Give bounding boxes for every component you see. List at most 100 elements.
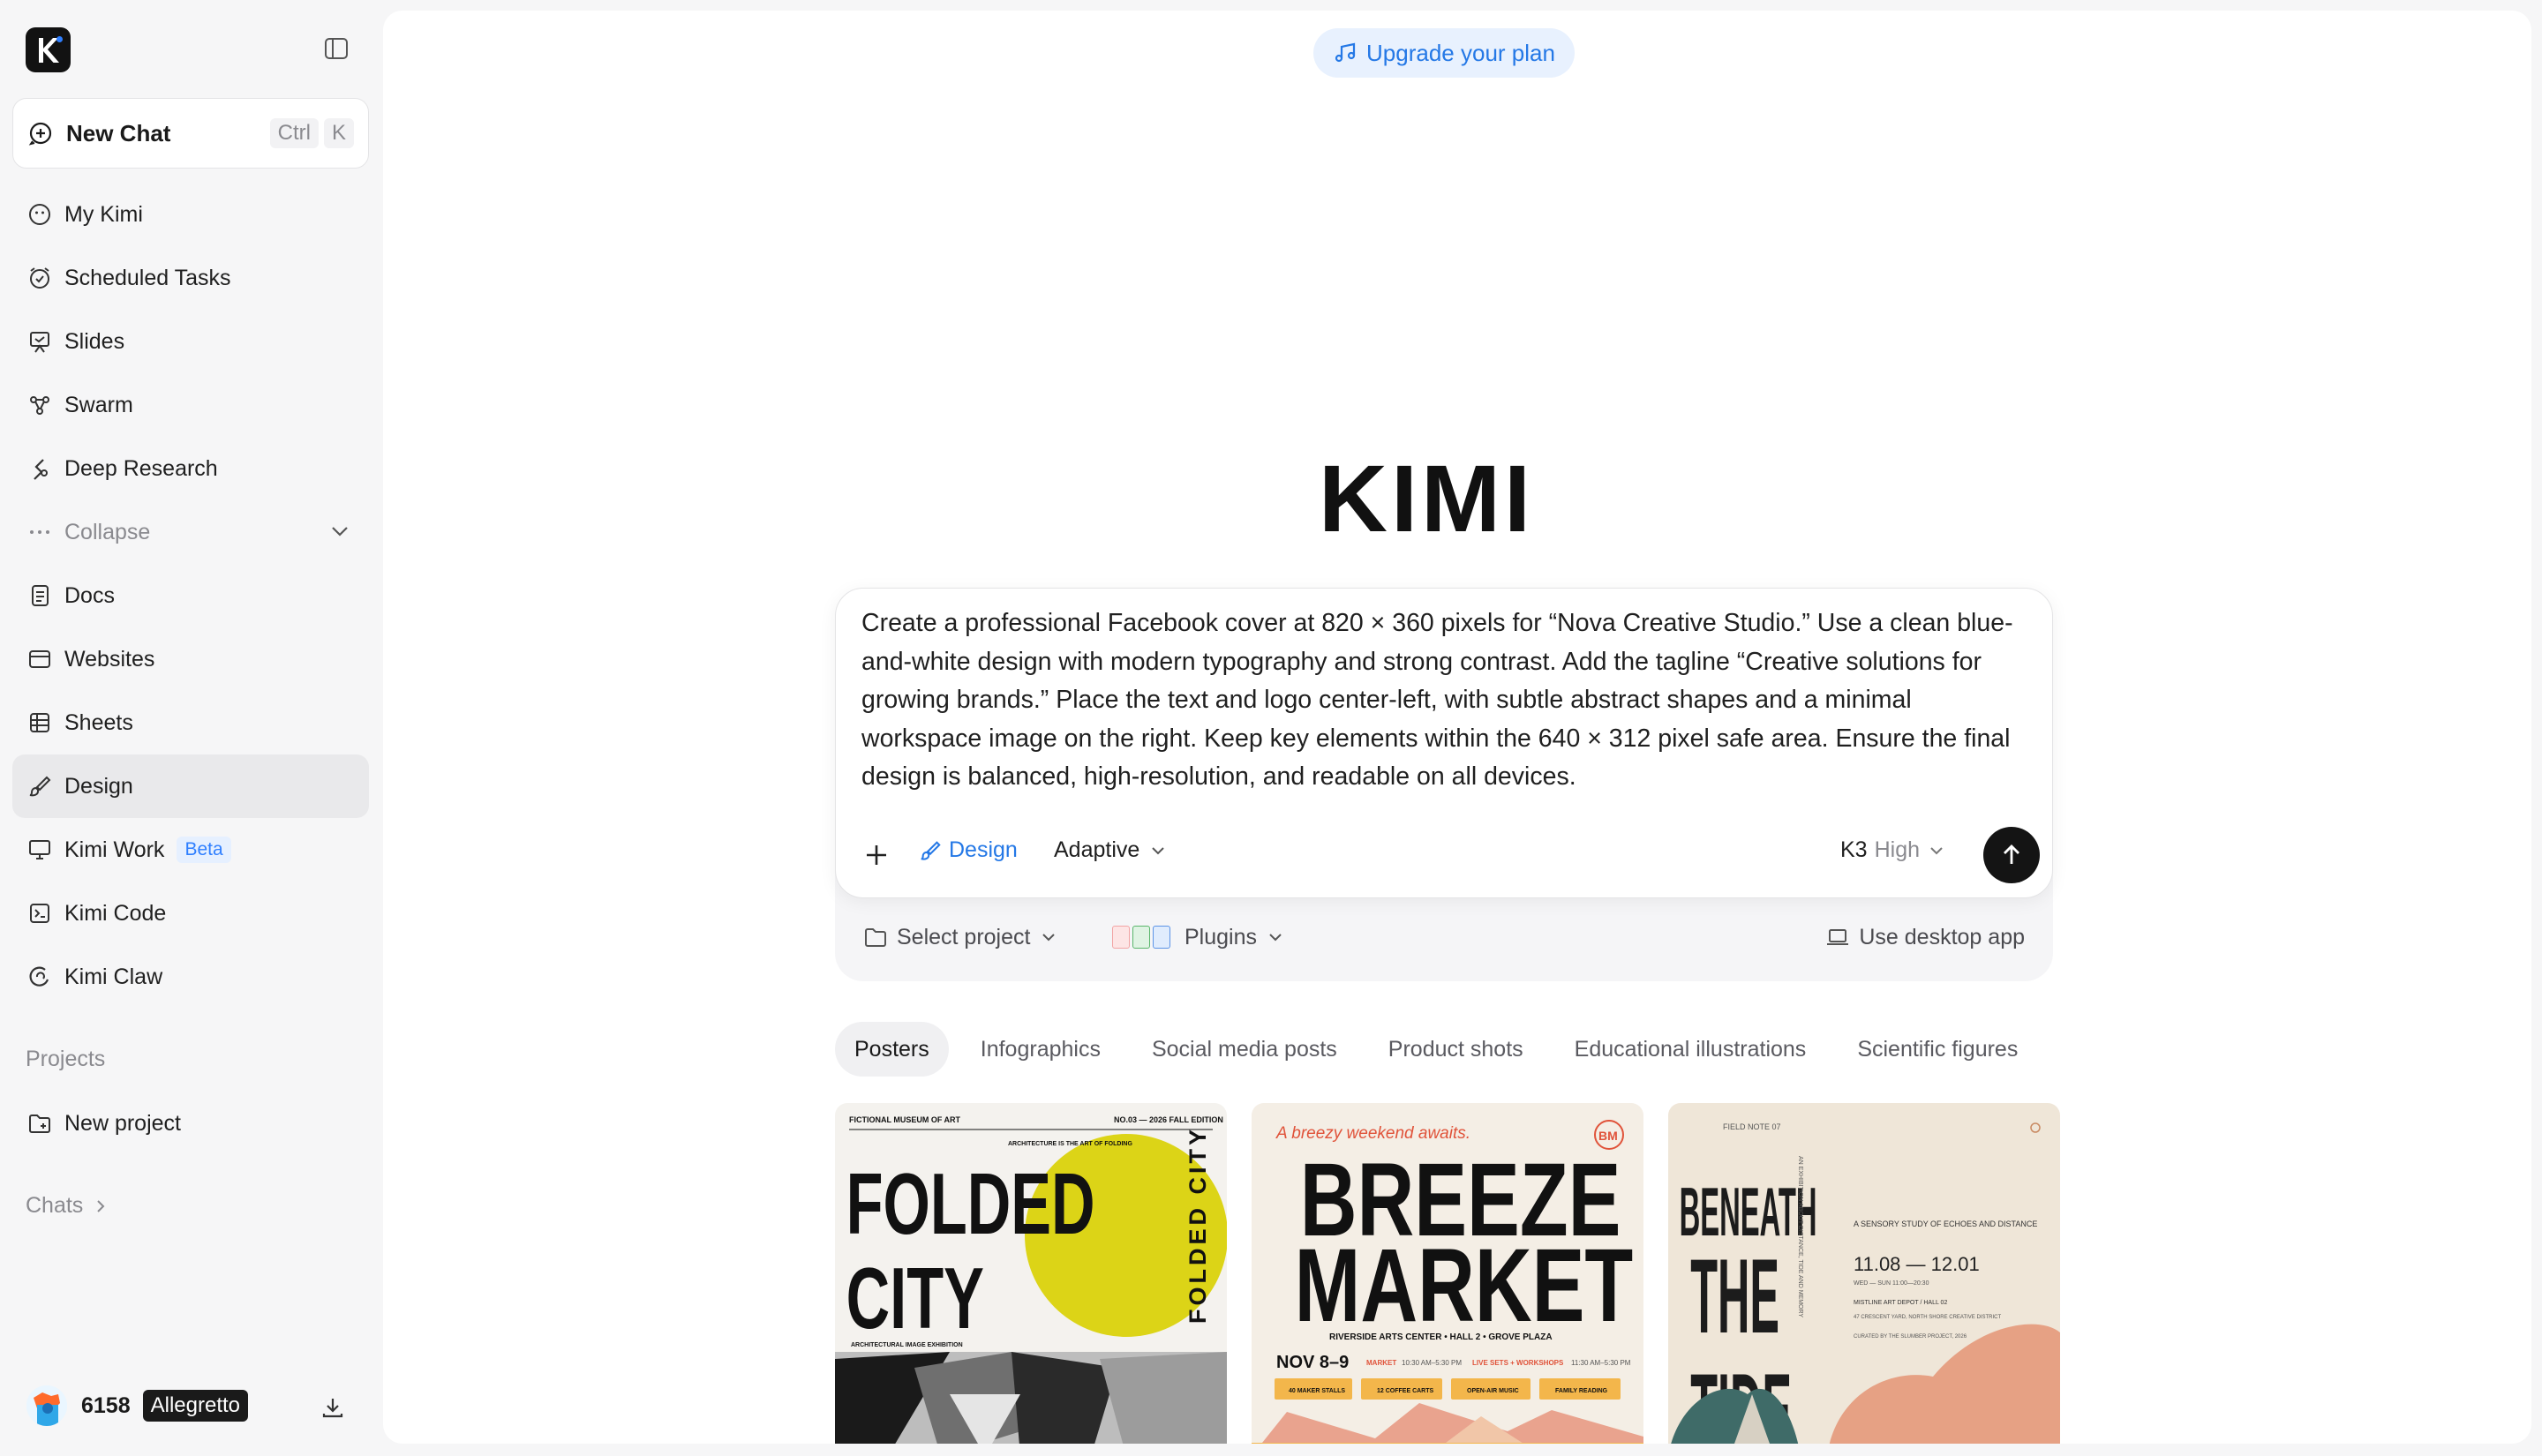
adaptive-select[interactable]: Adaptive: [1054, 837, 1168, 863]
new-project-button[interactable]: New project: [12, 1092, 369, 1155]
send-button[interactable]: [1983, 827, 2040, 883]
plugins-label: Plugins: [1185, 924, 1257, 949]
sidebar-toggle-icon[interactable]: [323, 35, 350, 62]
sidebar-item-kimi-code[interactable]: Kimi Code: [12, 882, 369, 945]
sidebar-item-label: Kimi Work: [64, 837, 165, 862]
sidebar-item-kimi-work[interactable]: Kimi Work Beta: [12, 818, 369, 882]
chip-label: OPEN-AIR MUSIC: [1467, 1388, 1519, 1394]
tab-educational-illustrations[interactable]: Educational illustrations: [1555, 1022, 1826, 1077]
music-note-icon: [1335, 42, 1356, 63]
poster-title-line-2: CITY: [846, 1250, 984, 1347]
new-chat-button[interactable]: New Chat Ctrl K: [12, 98, 369, 169]
dates-label: 11.08 — 12.01: [1854, 1253, 1980, 1275]
add-attachment-button[interactable]: [859, 837, 894, 873]
poster-card-folded-city[interactable]: FICTIONAL MUSEUM OF ART NO.03 — 2026 FAL…: [835, 1103, 1227, 1444]
folder-plus-icon: [26, 1110, 53, 1137]
tab-scientific-figures[interactable]: Scientific figures: [1838, 1022, 2037, 1077]
doc-file-icon: [1153, 926, 1170, 949]
sidebar-item-design[interactable]: Design: [12, 754, 369, 818]
shortcut-k: K: [323, 118, 354, 148]
sidebar-item-label: Collapse: [64, 519, 151, 544]
research-icon: [26, 455, 53, 482]
category-tabs: Posters Infographics Social media posts …: [835, 1022, 2049, 1077]
credit-count: 6158: [81, 1392, 131, 1418]
avatar: [26, 1385, 67, 1426]
poster-card-beneath-the-tide[interactable]: FIELD NOTE 07 BENEATH THE TIDE AN EXHIBI…: [1668, 1103, 2060, 1444]
prompt-textarea[interactable]: Create a professional Facebook cover at …: [861, 604, 2027, 797]
sidebar-item-label: Deep Research: [64, 455, 218, 481]
projects-section-label: Projects: [26, 1047, 106, 1071]
field-note-label: FIELD NOTE 07: [1723, 1122, 1781, 1131]
curated-label: CURATED BY THE SLUMBER PROJECT, 2026: [1854, 1334, 1967, 1340]
tagline-label: ARCHITECTURE IS THE ART OF FOLDING: [1008, 1141, 1132, 1147]
plan-badge: Allegretto: [142, 1390, 249, 1422]
chip-label: 12 COFFEE CARTS: [1377, 1388, 1434, 1394]
market-time: 10:30 AM–5:30 PM: [1402, 1359, 1462, 1367]
poster-title-line-1: FOLDED: [846, 1155, 1095, 1252]
breeze-tagline: A breezy weekend awaits.: [1275, 1124, 1470, 1143]
exhibition-label: ARCHITECTURAL IMAGE EXHIBITION: [851, 1342, 963, 1348]
prompt-composer[interactable]: Create a professional Facebook cover at …: [835, 588, 2053, 898]
sidebar-collapse-toggle[interactable]: Collapse: [12, 500, 369, 564]
sidebar-item-sheets[interactable]: Sheets: [12, 691, 369, 754]
user-profile[interactable]: 6158 Allegretto: [26, 1385, 249, 1426]
folder-icon: [865, 928, 886, 947]
sidebar-item-label: Kimi Code: [64, 900, 167, 926]
select-project-label: Select project: [897, 924, 1031, 949]
tab-social-media-posts[interactable]: Social media posts: [1132, 1022, 1357, 1077]
tab-posters[interactable]: Posters: [835, 1022, 949, 1077]
table-icon: [26, 709, 53, 736]
more-dots-icon: [26, 519, 53, 545]
poster-card-breeze-market[interactable]: A breezy weekend awaits. BM BREEZE MARKE…: [1252, 1103, 1643, 1444]
claw-icon: [26, 964, 53, 990]
kimi-logo-icon[interactable]: [26, 27, 71, 72]
desktop-label: Use desktop app: [1859, 924, 2025, 949]
tab-infographics[interactable]: Infographics: [961, 1022, 1120, 1077]
chats-section-toggle[interactable]: Chats: [26, 1193, 109, 1219]
chevron-right-icon: [97, 1199, 105, 1212]
design-mode-tag[interactable]: Design: [919, 837, 1018, 863]
date-label: NOV 8–9: [1276, 1353, 1349, 1372]
composer-toolbar: Design Adaptive K3 High: [836, 813, 2052, 897]
vertical-title: FOLDED CITY: [1185, 1126, 1211, 1324]
plugin-file-icons: [1112, 926, 1170, 949]
sidebar-item-label: Docs: [64, 582, 115, 608]
sidebar: New Chat Ctrl K My Kimi Scheduled Tasks …: [0, 0, 381, 1456]
market-label: MARKET: [1366, 1359, 1396, 1367]
select-project-dropdown[interactable]: Select project: [863, 925, 1058, 950]
sidebar-item-kimi-claw[interactable]: Kimi Claw: [12, 945, 369, 1009]
chevron-down-icon: [1152, 846, 1165, 854]
tab-product-shots[interactable]: Product shots: [1369, 1022, 1543, 1077]
sidebar-item-docs[interactable]: Docs: [12, 564, 369, 627]
live-time: 11:30 AM–5:30 PM: [1571, 1359, 1631, 1367]
adaptive-label: Adaptive: [1054, 837, 1140, 862]
plugins-dropdown[interactable]: Plugins: [1112, 925, 1285, 950]
edition-label: NO.03 — 2026 FALL EDITION: [1114, 1115, 1223, 1124]
address-label: 47 CRESCENT YARD, NORTH SHORE CREATIVE D…: [1854, 1315, 2001, 1320]
upgrade-plan-button[interactable]: Upgrade your plan: [1313, 28, 1575, 78]
sidebar-item-scheduled-tasks[interactable]: Scheduled Tasks: [12, 246, 369, 310]
sidebar-item-label: New project: [64, 1110, 181, 1136]
days-label: WED — SUN 11:00—20:30: [1854, 1280, 1929, 1287]
sidebar-item-label: Design: [64, 773, 133, 799]
use-desktop-app-button[interactable]: Use desktop app: [1825, 925, 2025, 950]
plus-icon: [867, 845, 886, 865]
download-icon[interactable]: [320, 1394, 346, 1425]
pdf-file-icon: [1112, 926, 1130, 949]
terminal-icon: [26, 900, 53, 927]
chevron-down-icon: [332, 527, 348, 537]
sidebar-item-slides[interactable]: Slides: [12, 310, 369, 373]
sidebar-item-websites[interactable]: Websites: [12, 627, 369, 691]
sidebar-item-label: My Kimi: [64, 201, 143, 227]
poster-title-line-2: THE: [1690, 1237, 1779, 1355]
sidebar-item-label: Swarm: [64, 392, 133, 417]
sidebar-item-swarm[interactable]: Swarm: [12, 373, 369, 437]
swarm-icon: [26, 392, 53, 418]
poster-gallery: FICTIONAL MUSEUM OF ART NO.03 — 2026 FAL…: [835, 1103, 2060, 1444]
venue-label: RIVERSIDE ARTS CENTER • HALL 2 • GROVE P…: [1329, 1332, 1553, 1342]
model-select[interactable]: K3 High: [1840, 837, 1946, 863]
sidebar-item-my-kimi[interactable]: My Kimi: [12, 183, 369, 246]
chevron-down-icon: [1930, 846, 1943, 854]
brush-icon: [26, 773, 53, 799]
sidebar-item-deep-research[interactable]: Deep Research: [12, 437, 369, 500]
